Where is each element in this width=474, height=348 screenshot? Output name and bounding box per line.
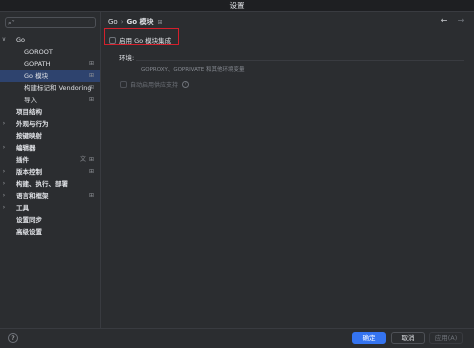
- project-scope-icon: ⊞: [88, 96, 94, 103]
- sidebar-item[interactable]: › 语言和框架 ⊞: [0, 190, 100, 202]
- dialog-footer: ? 确定 取消 应用(A): [0, 328, 474, 348]
- chevron-right-icon[interactable]: ›: [1, 178, 7, 190]
- sidebar-item[interactable]: › 外观与行为: [0, 118, 100, 130]
- sidebar-item[interactable]: 按键映射: [0, 130, 100, 142]
- sidebar-item-label: 导入: [24, 96, 37, 104]
- project-scope-icon: ⊞: [88, 60, 94, 67]
- chevron-right-icon[interactable]: ›: [1, 142, 7, 154]
- back-arrow-icon[interactable]: ←: [439, 16, 449, 26]
- breadcrumb-parent[interactable]: Go: [108, 18, 118, 26]
- help-button[interactable]: ?: [8, 333, 18, 343]
- sidebar-item[interactable]: 插件 文 ⊞: [0, 154, 100, 166]
- sidebar-item[interactable]: 构建标记和 Vendoring ⊞: [0, 82, 100, 94]
- chevron-right-icon[interactable]: ›: [1, 190, 7, 202]
- environment-hint: GOPROXY、GOPRIVATE 和其他环境变量: [141, 67, 245, 73]
- sidebar-item[interactable]: Go 模块 ⊞: [0, 70, 100, 82]
- breadcrumb: Go › Go 模块 ⊞: [108, 17, 163, 27]
- sidebar-item[interactable]: › 工具: [0, 202, 100, 214]
- sidebar-item-label: 构建、执行、部署: [16, 180, 68, 188]
- cancel-button[interactable]: 取消: [391, 332, 425, 344]
- sidebar-item-label: GOROOT: [24, 48, 53, 56]
- settings-content: Go › Go 模块 ⊞ ← → 启用 Go 模块集成 环境: GOPROXY、GOP…: [101, 12, 474, 328]
- settings-sidebar: ⌕˅ ∨ Go GOROOT GOPATH ⊞ Go 模块 ⊞ 构建标记和 Vendoring…: [0, 12, 101, 328]
- ok-button[interactable]: 确定: [352, 332, 386, 344]
- sidebar-item-label: 按键映射: [16, 132, 42, 140]
- sidebar-item[interactable]: GOROOT: [0, 46, 100, 58]
- enable-go-modules-label[interactable]: 启用 Go 模块集成: [119, 35, 171, 45]
- project-scope-icon: ⊞: [157, 19, 163, 26]
- help-icon[interactable]: ?: [182, 80, 190, 88]
- breadcrumb-current: Go 模块: [126, 18, 154, 26]
- search-icon[interactable]: ⌕˅: [8, 19, 15, 28]
- search-input[interactable]: [18, 18, 94, 27]
- sidebar-item-label: 构建标记和 Vendoring: [24, 84, 92, 92]
- title-bar: 设置: [0, 0, 474, 12]
- sidebar-item-label: GOPATH: [24, 60, 51, 68]
- sidebar-item-label: 项目结构: [16, 108, 42, 116]
- sidebar-item[interactable]: 导入 ⊞: [0, 94, 100, 106]
- sidebar-item-label: 设置同步: [16, 216, 42, 224]
- sidebar-item-label: 语言和框架: [16, 192, 49, 200]
- vendoring-support-row: 自动启用供应支持 ?: [120, 79, 190, 89]
- translate-icon: 文: [79, 156, 86, 163]
- sidebar-item-label: 外观与行为: [16, 120, 49, 128]
- sidebar-item-label: Go: [16, 36, 26, 44]
- project-scope-icon: ⊞: [88, 168, 94, 175]
- vendoring-support-checkbox: [120, 80, 127, 88]
- sidebar-item-label: 高级设置: [16, 228, 42, 236]
- project-scope-icon: ⊞: [88, 84, 94, 91]
- vendoring-support-label: 自动启用供应支持: [130, 81, 179, 89]
- chevron-down-icon[interactable]: ∨: [1, 34, 7, 46]
- sidebar-item[interactable]: › 构建、执行、部署: [0, 178, 100, 190]
- sidebar-item[interactable]: 项目结构: [0, 106, 100, 118]
- sidebar-item[interactable]: 设置同步: [0, 214, 100, 226]
- breadcrumb-separator: ›: [120, 18, 124, 26]
- sidebar-item[interactable]: › 版本控制 ⊞: [0, 166, 100, 178]
- project-scope-icon: ⊞: [88, 72, 94, 79]
- sidebar-item[interactable]: ∨ Go: [0, 34, 100, 46]
- sidebar-item[interactable]: 高级设置: [0, 226, 100, 238]
- chevron-right-icon[interactable]: ›: [1, 118, 7, 130]
- project-scope-icon: ⊞: [88, 192, 94, 199]
- chevron-right-icon[interactable]: ›: [1, 166, 7, 178]
- sidebar-item-label: 插件: [16, 156, 29, 164]
- enable-go-modules-row[interactable]: 启用 Go 模块集成: [109, 35, 171, 45]
- sidebar-item-label: 版本控制: [16, 168, 42, 176]
- sidebar-item-label: 工具: [16, 204, 29, 212]
- enable-go-modules-checkbox[interactable]: [109, 36, 116, 44]
- project-scope-icon: ⊞: [88, 156, 94, 163]
- sidebar-item-label: 编辑器: [16, 144, 36, 152]
- environment-label: 环境:: [119, 54, 135, 62]
- apply-button: 应用(A): [429, 332, 463, 344]
- sidebar-item-label: Go 模块: [24, 72, 49, 80]
- forward-arrow-icon[interactable]: →: [456, 16, 466, 26]
- sidebar-item[interactable]: GOPATH ⊞: [0, 58, 100, 70]
- window-title: 设置: [229, 1, 245, 10]
- sidebar-item[interactable]: › 编辑器: [0, 142, 100, 154]
- search-box[interactable]: ⌕˅: [5, 17, 96, 28]
- environment-field[interactable]: [136, 50, 464, 61]
- chevron-right-icon[interactable]: ›: [1, 202, 7, 214]
- settings-tree: ∨ Go GOROOT GOPATH ⊞ Go 模块 ⊞ 构建标记和 Vendoring ⊞ 导入…: [0, 34, 100, 238]
